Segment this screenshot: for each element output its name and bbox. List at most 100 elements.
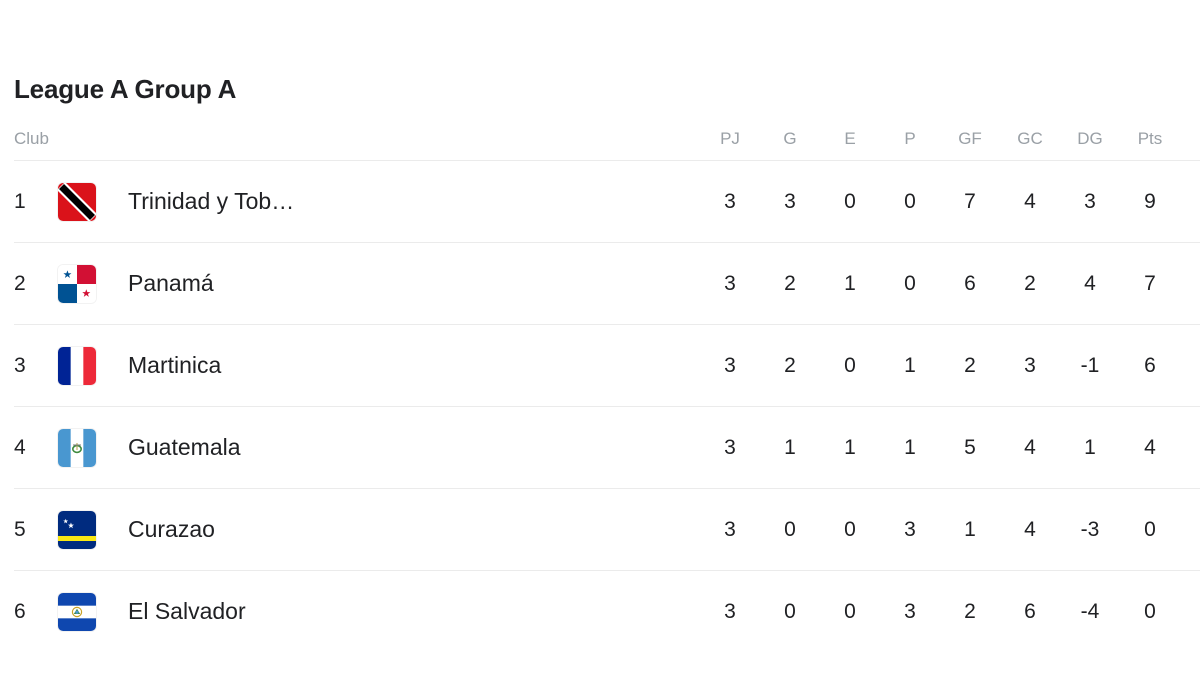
row-e: 0 (820, 324, 880, 407)
row-pts: 6 (1120, 324, 1180, 407)
row-rank: 6 (14, 599, 26, 623)
standings-widget: League A Group A Club PJ G E P GF GC DG … (0, 0, 1200, 695)
row-team-name[interactable]: El Salvador (128, 571, 700, 653)
row-flag-cell (58, 571, 128, 653)
row-gc: 2 (1000, 242, 1060, 325)
row-team-name[interactable]: Curazao (128, 488, 700, 571)
table-head: Club PJ G E P GF GC DG Pts (14, 118, 1200, 161)
row-rank: 4 (14, 406, 58, 489)
row-p: 3 (904, 599, 916, 623)
table-row[interactable]: 2 Panamá 3 2 1 0 6 2 4 7 (14, 242, 1200, 325)
row-g: 1 (760, 406, 820, 489)
row-spacer (1180, 242, 1200, 325)
row-flag-cell (58, 488, 128, 571)
row-pj: 3 (700, 406, 760, 489)
table-row[interactable]: 3 Martinica 3 2 0 1 2 3 -1 6 (14, 324, 1200, 407)
table-header-row: Club PJ G E P GF GC DG Pts (14, 118, 1200, 161)
row-dg: -3 (1060, 488, 1120, 571)
row-spacer (1180, 324, 1200, 407)
column-header-pj[interactable]: PJ (700, 118, 760, 161)
row-dg: -4 (1080, 599, 1100, 623)
row-pts: 7 (1120, 242, 1180, 325)
table-row[interactable]: 4 Guatemala 3 1 1 1 5 4 1 4 (14, 406, 1200, 489)
row-flag-cell (58, 242, 128, 325)
row-g: 3 (760, 160, 820, 243)
row-pj: 3 (724, 599, 736, 623)
row-pts: 9 (1120, 160, 1180, 243)
row-pj: 3 (700, 324, 760, 407)
row-p: 0 (880, 242, 940, 325)
row-rank: 1 (14, 160, 58, 243)
row-e: 0 (844, 599, 856, 623)
row-pj: 3 (700, 488, 760, 571)
table-row[interactable]: 5 Curazao 3 0 0 3 1 4 -3 0 (14, 488, 1200, 571)
row-g: 0 (784, 599, 796, 623)
page-title: League A Group A (14, 74, 237, 104)
trinidad-and-tobago-flag (58, 182, 96, 221)
column-header-e[interactable]: E (820, 118, 880, 161)
row-spacer (1180, 160, 1200, 243)
row-team-name[interactable]: Trinidad y Tob… (128, 160, 700, 243)
row-e: 0 (820, 160, 880, 243)
row-flag-cell (58, 160, 128, 243)
row-gf: 6 (940, 242, 1000, 325)
row-gf: 1 (940, 488, 1000, 571)
row-gf: 5 (940, 406, 1000, 489)
row-p: 1 (880, 406, 940, 489)
row-gf: 2 (940, 324, 1000, 407)
row-rank: 2 (14, 242, 58, 325)
row-e: 1 (820, 242, 880, 325)
row-gc: 4 (1000, 160, 1060, 243)
row-flag-cell (58, 406, 128, 489)
column-header-spacer (1180, 118, 1200, 161)
row-gc: 3 (1000, 324, 1060, 407)
row-pts: 0 (1120, 488, 1180, 571)
martinique-flag (58, 346, 96, 385)
row-team-name[interactable]: Panamá (128, 242, 700, 325)
row-e: 0 (820, 488, 880, 571)
column-header-p[interactable]: P (880, 118, 940, 161)
row-gc: 4 (1000, 406, 1060, 489)
table-body: 1 Trinidad y Tob… 3 3 0 0 7 4 3 9 2 Pana… (14, 160, 1200, 653)
row-dg: 1 (1060, 406, 1120, 489)
row-g: 0 (760, 488, 820, 571)
row-g: 2 (760, 324, 820, 407)
panama-flag (58, 264, 96, 303)
column-header-pts[interactable]: Pts (1120, 118, 1180, 161)
column-header-club[interactable]: Club (14, 118, 700, 161)
row-spacer (1180, 488, 1200, 571)
row-rank: 5 (14, 488, 58, 571)
row-gf: 2 (964, 599, 976, 623)
standings-table: Club PJ G E P GF GC DG Pts 1 Trinidad y … (14, 118, 1200, 653)
row-dg: 4 (1060, 242, 1120, 325)
row-pts: 4 (1120, 406, 1180, 489)
row-p: 1 (880, 324, 940, 407)
column-header-dg[interactable]: DG (1060, 118, 1120, 161)
row-pts: 0 (1144, 599, 1156, 623)
row-p: 3 (880, 488, 940, 571)
row-spacer (1180, 406, 1200, 489)
row-flag-cell (58, 324, 128, 407)
column-header-gf[interactable]: GF (940, 118, 1000, 161)
row-p: 0 (880, 160, 940, 243)
row-spacer (1180, 571, 1200, 653)
row-dg: 3 (1060, 160, 1120, 243)
row-g: 2 (760, 242, 820, 325)
row-pj: 3 (700, 242, 760, 325)
row-pj: 3 (700, 160, 760, 243)
row-dg: -1 (1060, 324, 1120, 407)
curacao-flag (58, 510, 96, 549)
table-row[interactable]: 1 Trinidad y Tob… 3 3 0 0 7 4 3 9 (14, 160, 1200, 243)
el-salvador-flag (58, 592, 96, 631)
guatemala-flag (58, 428, 96, 467)
row-rank: 3 (14, 324, 58, 407)
row-gc: 6 (1024, 599, 1036, 623)
row-gc: 4 (1000, 488, 1060, 571)
row-e: 1 (820, 406, 880, 489)
table-row[interactable]: 6 El Salvador 3 0 0 3 2 6 -4 0 (14, 571, 1200, 653)
row-gf: 7 (940, 160, 1000, 243)
column-header-gc[interactable]: GC (1000, 118, 1060, 161)
row-team-name[interactable]: Guatemala (128, 406, 700, 489)
row-team-name[interactable]: Martinica (128, 324, 700, 407)
column-header-g[interactable]: G (760, 118, 820, 161)
